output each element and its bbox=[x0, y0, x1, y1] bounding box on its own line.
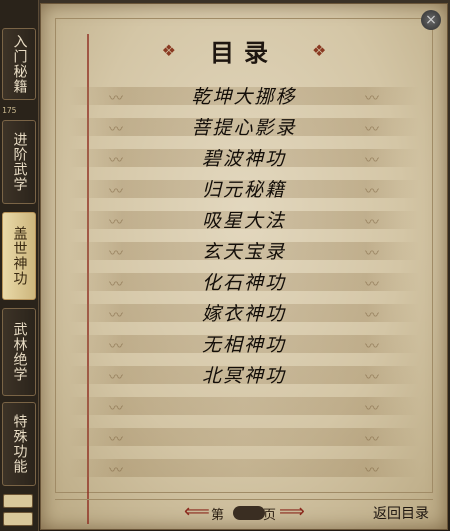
list-item-empty: 〰〰 bbox=[69, 390, 419, 421]
skill-name[interactable]: 无相神功 bbox=[202, 330, 286, 357]
category-tabs: 入门秘籍 175 进阶武学 盖世神功 武林绝学 特殊功能 bbox=[0, 0, 39, 531]
skill-name[interactable]: 菩提心影录 bbox=[191, 113, 296, 140]
back-to-contents-button[interactable]: 返回目录 bbox=[373, 503, 429, 523]
swirl-icon: 〰 bbox=[109, 277, 123, 293]
ornament-left-icon: ❖ bbox=[161, 40, 176, 60]
list-item[interactable]: 〰 〰 无相神功 bbox=[69, 328, 419, 359]
tab-supreme-skills[interactable]: 盖世神功 bbox=[2, 212, 36, 300]
list-item[interactable]: 〰 〰 化石神功 bbox=[69, 266, 419, 297]
swirl-icon: 〰 bbox=[365, 401, 379, 417]
swirl-icon: 〰 bbox=[365, 91, 379, 107]
list-item[interactable]: 〰 〰 玄天宝录 bbox=[69, 235, 419, 266]
tab-label: 武林绝学 bbox=[11, 322, 28, 382]
swirl-icon: 〰 bbox=[365, 215, 379, 231]
tab-unique-arts[interactable]: 武林绝学 bbox=[2, 308, 36, 396]
tab-label: 入门秘籍 bbox=[11, 34, 28, 94]
skill-name[interactable]: 北冥神功 bbox=[202, 361, 286, 388]
mini-scroll-icon[interactable] bbox=[3, 494, 33, 508]
swirl-icon: 〰 bbox=[109, 215, 123, 231]
swirl-icon: 〰 bbox=[365, 277, 379, 293]
tab-label: 特殊功能 bbox=[11, 414, 28, 474]
tab-label: 盖世神功 bbox=[11, 226, 28, 286]
skill-book-window: 入门秘籍 175 进阶武学 盖世神功 武林绝学 特殊功能 × ❖ 目录 ❖ 〰〰… bbox=[0, 0, 450, 531]
swirl-icon: 〰 bbox=[109, 463, 123, 479]
skill-name[interactable]: 碧波神功 bbox=[202, 144, 286, 171]
parchment-panel: × ❖ 目录 ❖ 〰〰乾坤大挪移 〰〰菩提心影录 〰〰碧波神功 〰〰归元秘籍 〰… bbox=[40, 3, 448, 530]
list-item[interactable]: 〰 〰 碧波神功 bbox=[69, 142, 419, 173]
page-prefix: 第 bbox=[211, 508, 225, 523]
list-item[interactable]: 〰 〰 北冥神功 bbox=[69, 359, 419, 390]
swirl-icon: 〰 bbox=[365, 122, 379, 138]
page-title: 目录 bbox=[210, 37, 278, 67]
close-button[interactable]: × bbox=[421, 10, 441, 30]
swirl-icon: 〰 bbox=[365, 308, 379, 324]
swirl-icon: 〰 bbox=[365, 246, 379, 262]
ornament-right-icon: ❖ bbox=[312, 40, 327, 60]
swirl-icon: 〰 bbox=[365, 184, 379, 200]
swirl-icon: 〰 bbox=[109, 246, 123, 262]
list-item[interactable]: 〰 〰 嫁衣神功 bbox=[69, 297, 419, 328]
mini-scroll-icon[interactable] bbox=[3, 512, 33, 526]
swirl-icon: 〰 bbox=[109, 401, 123, 417]
list-item[interactable]: 〰 〰 归元秘籍 bbox=[69, 173, 419, 204]
swirl-icon: 〰 bbox=[365, 339, 379, 355]
list-item[interactable]: 〰 〰 菩提心影录 bbox=[69, 111, 419, 142]
divider bbox=[55, 499, 433, 500]
swirl-icon: 〰 bbox=[109, 184, 123, 200]
skill-name[interactable]: 玄天宝录 bbox=[202, 237, 286, 264]
tab-beginner-secrets[interactable]: 入门秘籍 bbox=[2, 28, 36, 100]
skill-name[interactable]: 化石神功 bbox=[202, 268, 286, 295]
list-item-empty: 〰〰 bbox=[69, 452, 419, 483]
list-item[interactable]: 〰 〰 吸星大法 bbox=[69, 204, 419, 235]
skill-name[interactable]: 嫁衣神功 bbox=[202, 299, 286, 326]
skill-name[interactable]: 吸星大法 bbox=[202, 206, 286, 233]
swirl-icon: 〰 bbox=[109, 308, 123, 324]
title-row: ❖ 目录 ❖ bbox=[41, 34, 447, 67]
swirl-icon: 〰 bbox=[109, 432, 123, 448]
page-number-field bbox=[233, 506, 265, 520]
tab-label: 进阶武学 bbox=[11, 132, 28, 192]
page-suffix: 页 bbox=[263, 508, 277, 523]
pager-bar: ⟸ 第 页 ⟹ 返回目录 bbox=[41, 499, 447, 525]
tab-badge: 175 bbox=[2, 106, 17, 115]
list-item-empty: 〰〰 bbox=[69, 421, 419, 452]
swirl-icon: 〰 bbox=[365, 432, 379, 448]
next-page-arrow-icon[interactable]: ⟹ bbox=[279, 501, 305, 522]
skill-name[interactable]: 乾坤大挪移 bbox=[191, 82, 296, 109]
swirl-icon: 〰 bbox=[109, 370, 123, 386]
swirl-icon: 〰 bbox=[109, 91, 123, 107]
tab-special-functions[interactable]: 特殊功能 bbox=[2, 402, 36, 486]
swirl-icon: 〰 bbox=[365, 370, 379, 386]
swirl-icon: 〰 bbox=[365, 463, 379, 479]
prev-page-arrow-icon[interactable]: ⟸ bbox=[184, 501, 210, 522]
list-item[interactable]: 〰 〰 乾坤大挪移 bbox=[69, 80, 419, 111]
swirl-icon: 〰 bbox=[109, 339, 123, 355]
tab-advanced-martial[interactable]: 进阶武学 bbox=[2, 120, 36, 204]
skill-list: 〰〰乾坤大挪移 〰〰菩提心影录 〰〰碧波神功 〰〰归元秘籍 〰〰吸星大法 〰〰玄… bbox=[69, 80, 419, 483]
swirl-icon: 〰 bbox=[109, 153, 123, 169]
swirl-icon: 〰 bbox=[109, 122, 123, 138]
swirl-icon: 〰 bbox=[365, 153, 379, 169]
skill-name[interactable]: 归元秘籍 bbox=[202, 175, 286, 202]
